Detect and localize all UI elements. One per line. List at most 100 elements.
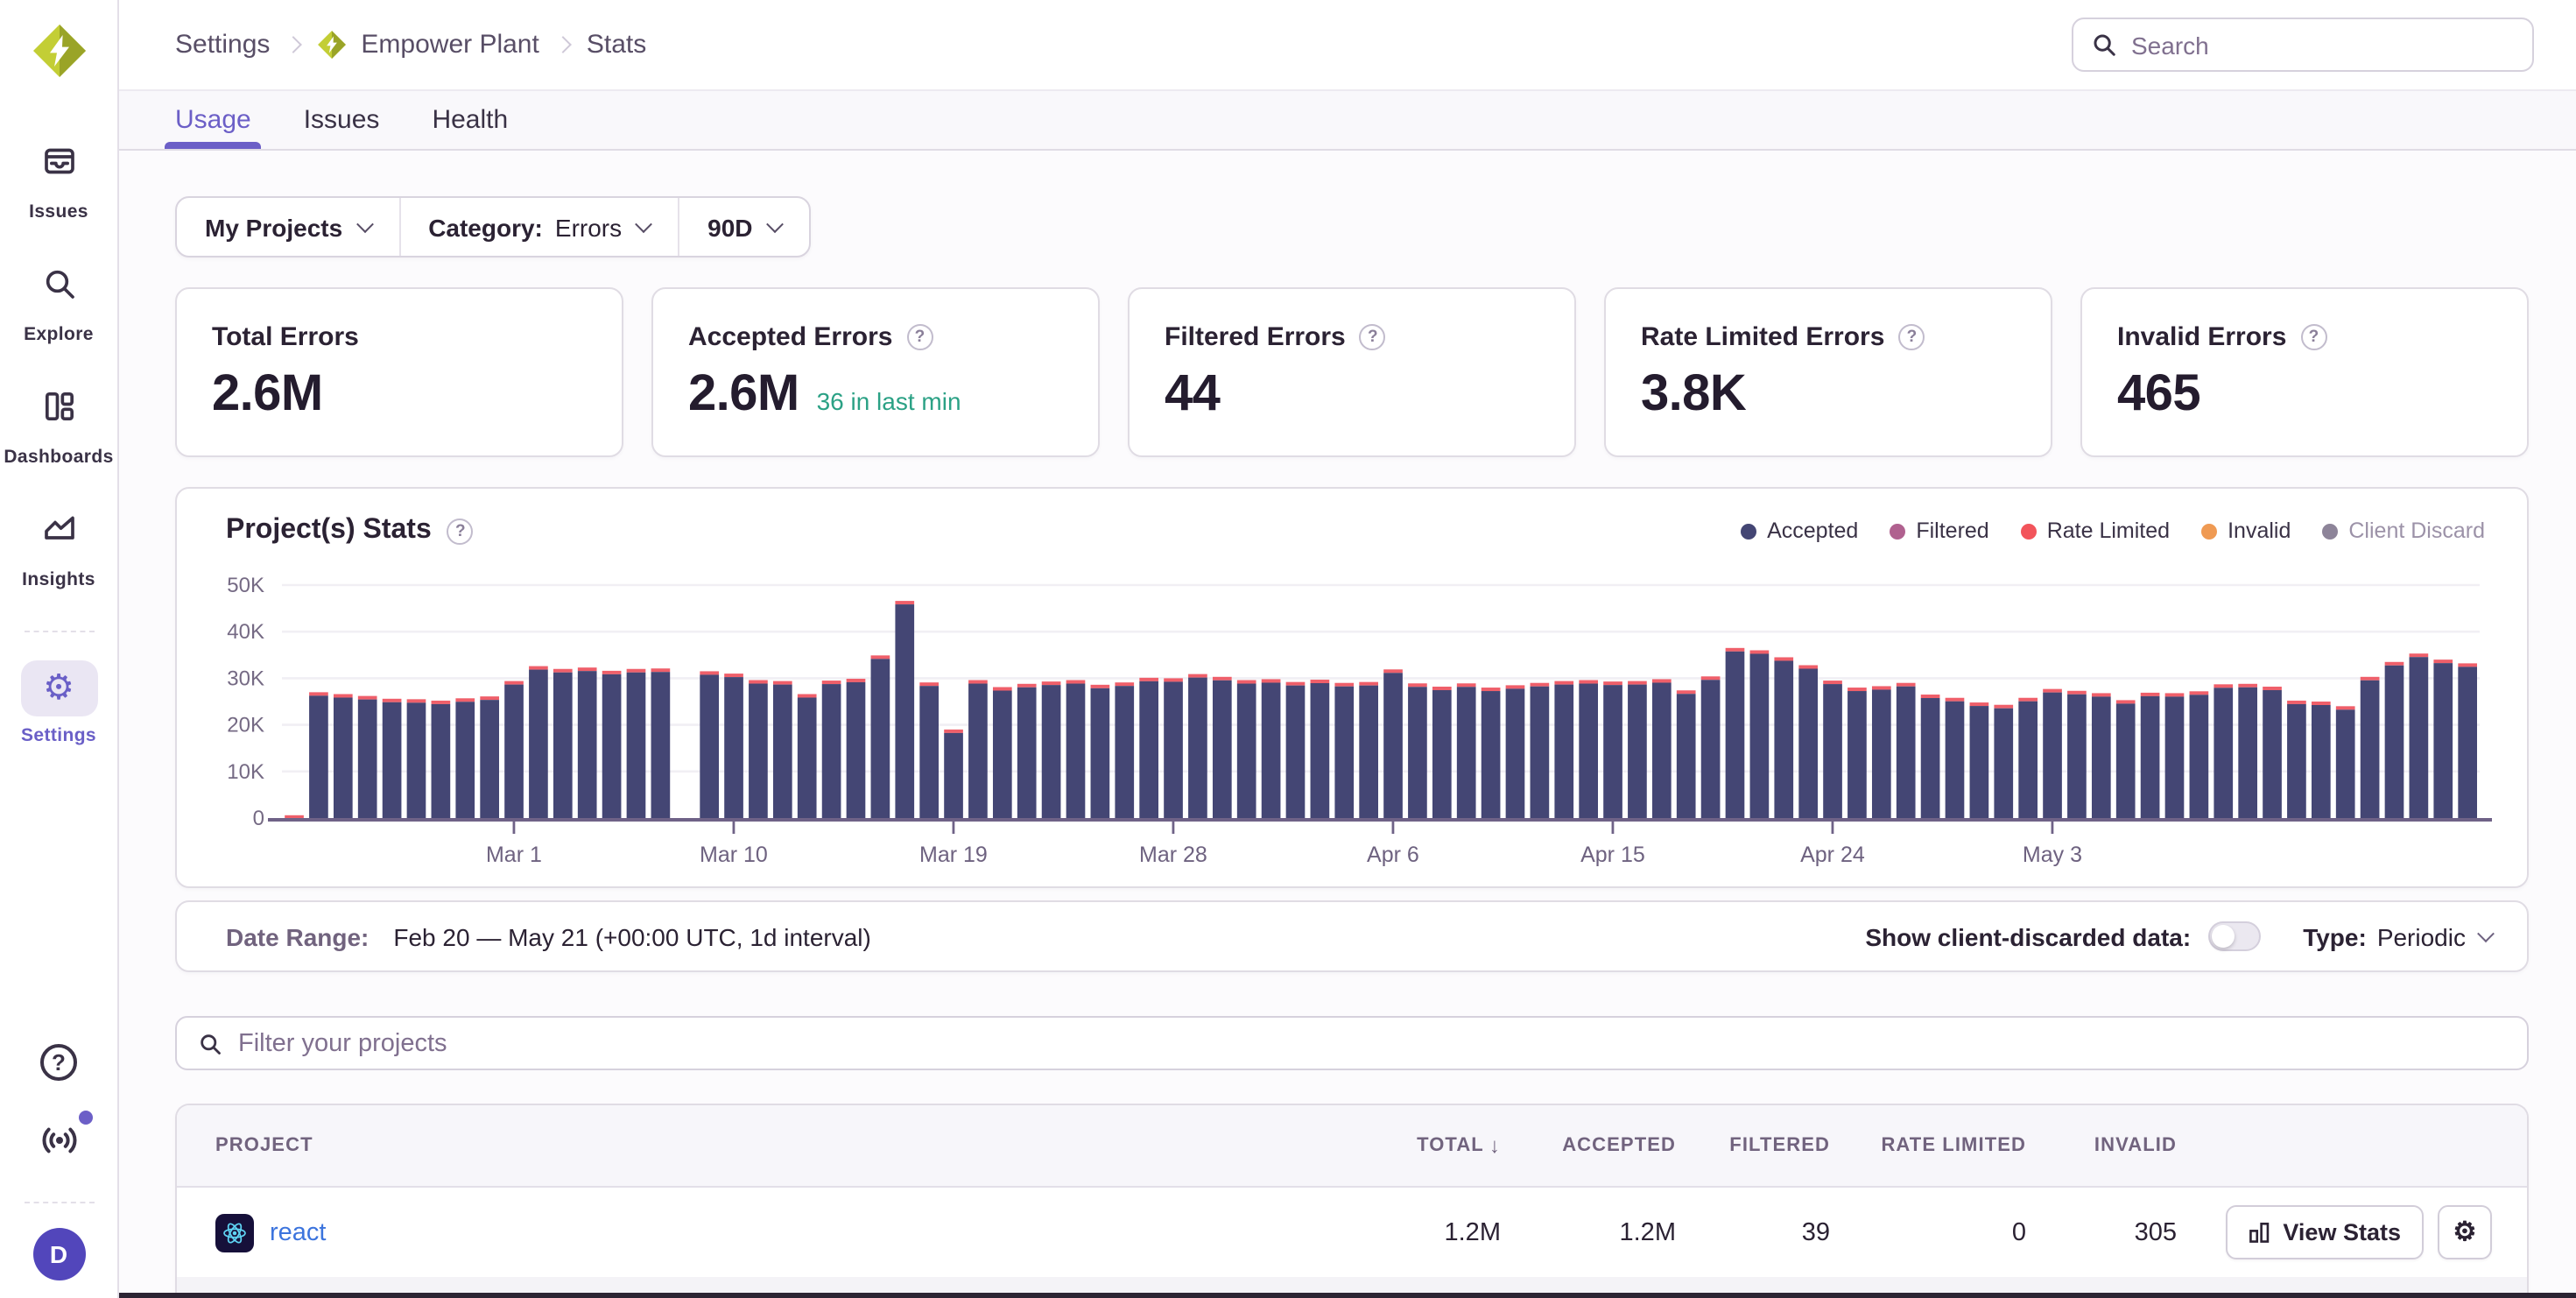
column-header-project[interactable]: PROJECT	[215, 1135, 1291, 1156]
project-filter-input[interactable]	[238, 1029, 2506, 1057]
svg-text:Apr 15: Apr 15	[1580, 843, 1645, 867]
client-discard-toggle[interactable]	[2208, 921, 2261, 951]
bar-chart-icon	[2248, 1221, 2270, 1244]
date-range-value: Feb 20 — May 21 (+00:00 UTC, 1d interval…	[393, 922, 870, 950]
viewport-cut-strip	[119, 1293, 2576, 1298]
sidebar-bottom: ? D	[24, 1044, 94, 1298]
sidebar-divider	[24, 631, 94, 632]
empower-plant-diamond-logo	[317, 30, 347, 60]
svg-text:Apr 6: Apr 6	[1367, 843, 1419, 867]
stat-card-total-errors: Total Errors2.6M	[175, 287, 623, 457]
stat-card-filtered-errors: Filtered Errors?44	[1128, 287, 1576, 457]
legend-item-invalid[interactable]: Invalid	[2201, 518, 2291, 543]
global-search[interactable]	[2072, 18, 2534, 72]
column-header-invalid[interactable]: INVALID	[2026, 1135, 2177, 1156]
help-icon[interactable]: ?	[2300, 324, 2326, 350]
sidebar-item-explore[interactable]: Explore	[0, 259, 117, 345]
stat-card-accepted-errors: Accepted Errors?2.6M36 in last min	[651, 287, 1100, 457]
chevron-down-icon	[2477, 925, 2495, 942]
chart-bars[interactable]	[285, 601, 2477, 818]
broadcast-icon[interactable]	[38, 1119, 80, 1170]
help-icon[interactable]: ?	[906, 324, 933, 350]
svg-text:Mar 19: Mar 19	[919, 843, 988, 867]
main-column: Settings Empower Plant Stats Usage Issues He…	[119, 0, 2576, 1298]
stat-card-label: Accepted Errors	[688, 322, 892, 352]
breadcrumb: Settings Empower Plant Stats	[175, 30, 646, 60]
filter-errors[interactable]: Category:Errors	[398, 198, 678, 256]
help-icon[interactable]: ?	[40, 1044, 77, 1081]
chart-header: Project(s) Stats ? AcceptedFilteredRate …	[177, 489, 2527, 547]
total-cell: 1.2M	[1291, 1218, 1501, 1246]
top-bar: Settings Empower Plant Stats	[119, 0, 2576, 89]
project-link[interactable]: react	[270, 1218, 327, 1246]
projects-table: PROJECTTOTAL↓ ACCEPTEDFILTEREDRATE LIMITE…	[175, 1104, 2529, 1298]
type-select[interactable]: Type: Periodic	[2303, 922, 2492, 950]
search-icon	[2091, 32, 2117, 58]
stat-card-value: 2.6M	[212, 366, 323, 424]
breadcrumb-label: Empower Plant	[361, 30, 538, 60]
column-label: TOTAL	[1417, 1135, 1484, 1156]
column-header-accepted[interactable]: ACCEPTED	[1501, 1135, 1676, 1156]
sidebar-item-settings[interactable]: ⚙Settings	[0, 660, 117, 746]
empower-plant-logo[interactable]	[31, 23, 87, 88]
invalid-cell: 305	[2026, 1218, 2177, 1246]
client-discard-toggle-label: Show client-discarded data:	[1865, 922, 2191, 950]
help-icon[interactable]: ?	[447, 518, 474, 544]
sidebar-item-insights[interactable]: Insights	[0, 504, 117, 590]
usage-bar-chart[interactable]: 010K20K30K40K50KMar 1Mar 10Mar 19Mar 28A…	[177, 547, 2527, 879]
tab-health[interactable]: Health	[432, 91, 508, 149]
legend-label: Filtered	[1916, 518, 1988, 543]
table-row-react: react1.2M1.2M390305View Stats⚙	[177, 1188, 2527, 1277]
stat-card-label: Invalid Errors	[2117, 322, 2286, 352]
tab-usage[interactable]: Usage	[175, 91, 251, 149]
svg-text:May 3: May 3	[2023, 843, 2082, 867]
help-icon[interactable]: ?	[1360, 324, 1386, 350]
project-filter[interactable]	[175, 1016, 2529, 1070]
sidebar-item-label: Dashboards	[4, 447, 113, 468]
filter-90d[interactable]: 90D	[678, 198, 808, 256]
date-bar-controls: Show client-discarded data: Type: Period…	[1865, 921, 2492, 951]
legend-dot	[2201, 523, 2217, 539]
sidebar: Issues Explore Dashboards Insights ⚙Settings…	[0, 0, 119, 1298]
legend-item-client-discard[interactable]: Client Discard	[2322, 518, 2485, 543]
sidebar-item-label: Settings	[21, 725, 96, 746]
sidebar-item-issues[interactable]: Issues	[0, 137, 117, 222]
column-header-rate_limited[interactable]: RATE LIMITED	[1830, 1135, 2026, 1156]
filter-my-projects[interactable]: My Projects	[177, 198, 398, 256]
column-label: ACCEPTED	[1562, 1135, 1676, 1156]
svg-text:Apr 24: Apr 24	[1800, 843, 1865, 867]
table-body: react1.2M1.2M390305View Stats⚙	[177, 1188, 2527, 1277]
legend-item-filtered[interactable]: Filtered	[1890, 518, 1988, 543]
breadcrumb-settings[interactable]: Settings	[175, 30, 270, 60]
project-cell[interactable]: react	[215, 1213, 1291, 1252]
search-input[interactable]	[2131, 31, 2515, 59]
stat-card-rate-limited-errors: Rate Limited Errors?3.8K	[1604, 287, 2052, 457]
sidebar-item-dashboards[interactable]: Dashboards	[0, 382, 117, 468]
app-root: IssuesExploreDashboardsInsights⚙Settings…	[0, 0, 2576, 1298]
help-icon[interactable]: ?	[1898, 324, 1925, 350]
legend-label: Accepted	[1767, 518, 1858, 543]
legend-dot	[1741, 523, 1756, 539]
user-avatar[interactable]: D	[32, 1228, 85, 1280]
project-settings-button[interactable]: ⚙	[2438, 1205, 2492, 1259]
svg-text:Mar 28: Mar 28	[1139, 843, 1207, 867]
chart-x-axis: Mar 1Mar 10Mar 19Mar 28Apr 6Apr 15Apr 24…	[268, 820, 2492, 867]
column-header-total[interactable]: TOTAL↓	[1291, 1133, 1501, 1158]
legend-item-accepted[interactable]: Accepted	[1741, 518, 1858, 543]
legend-dot	[2322, 523, 2338, 539]
project-stats-panel: Project(s) Stats ? AcceptedFilteredRate …	[175, 487, 2529, 888]
svg-text:10K: 10K	[227, 760, 264, 784]
stat-card-label: Rate Limited Errors	[1641, 322, 1884, 352]
date-range-label: Date Range:	[226, 922, 369, 950]
legend-item-rate-limited[interactable]: Rate Limited	[2021, 518, 2170, 543]
tab-issues[interactable]: Issues	[304, 91, 380, 149]
legend-dot	[2021, 523, 2037, 539]
svg-text:20K: 20K	[227, 714, 264, 737]
sidebar-item-label: Issues	[29, 201, 88, 222]
chevron-down-icon	[635, 215, 652, 233]
breadcrumb-empower-plant[interactable]: Empower Plant	[317, 30, 538, 60]
view-stats-button[interactable]: View Stats	[2225, 1205, 2424, 1259]
breadcrumb-stats[interactable]: Stats	[587, 30, 646, 60]
svg-text:0: 0	[253, 807, 264, 830]
column-header-filtered[interactable]: FILTERED	[1676, 1135, 1830, 1156]
